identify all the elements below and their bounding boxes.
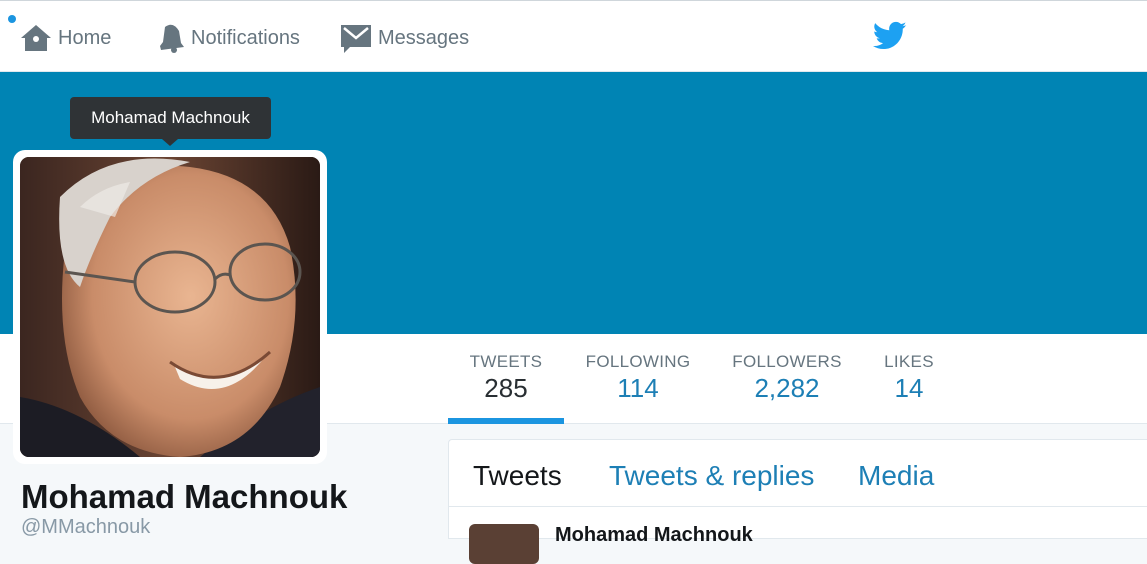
top-navigation-bar: Home Notifications Messages [0, 0, 1147, 72]
stat-following-label: FOLLOWING [585, 352, 691, 371]
new-activity-dot [8, 15, 16, 23]
nav-notifications[interactable]: Notifications [157, 21, 300, 55]
stat-tweets[interactable]: TWEETS 285 [448, 352, 564, 404]
nav-messages-label: Messages [378, 26, 470, 49]
stat-followers[interactable]: FOLLOWERS 2,282 [726, 352, 848, 404]
profile-avatar[interactable] [20, 157, 320, 457]
profile-display-name[interactable]: Mohamad Machnouk [21, 478, 347, 516]
stat-likes[interactable]: LIKES 14 [872, 352, 946, 404]
profile-handle[interactable]: @MMachnouk [21, 516, 150, 539]
nav-home[interactable]: Home [20, 21, 111, 55]
tab-tweets-and-replies[interactable]: Tweets & replies [609, 460, 814, 492]
tweets-timeline-panel: Tweets Tweets & replies Media Mohamad Ma… [448, 439, 1147, 564]
profile-name-tooltip: Mohamad Machnouk [70, 97, 271, 139]
tooltip-arrow [162, 139, 178, 146]
tab-tweets[interactable]: Tweets [473, 460, 562, 492]
active-stat-underline [448, 418, 564, 424]
nav-home-label: Home [58, 26, 112, 49]
tweet-author-avatar[interactable] [469, 524, 539, 564]
stat-likes-value: 14 [894, 373, 924, 403]
envelope-icon [340, 23, 372, 53]
bell-icon [157, 23, 185, 53]
stat-tweets-label: TWEETS [469, 352, 543, 371]
home-icon [20, 24, 52, 52]
stat-following-value: 114 [617, 373, 659, 403]
nav-notifications-label: Notifications [191, 26, 300, 49]
nav-messages[interactable]: Messages [340, 21, 469, 55]
stat-likes-label: LIKES [884, 352, 934, 371]
profile-avatar-frame [13, 150, 327, 464]
twitter-bird-icon[interactable] [872, 21, 909, 53]
tweet-author-name[interactable]: Mohamad Machnouk [555, 524, 753, 547]
stat-following[interactable]: FOLLOWING 114 [580, 352, 696, 404]
stat-followers-value: 2,282 [754, 373, 820, 403]
tab-media[interactable]: Media [858, 460, 934, 492]
stat-tweets-value: 285 [484, 373, 528, 403]
tabs-divider [449, 506, 1147, 507]
stat-followers-label: FOLLOWERS [732, 352, 842, 371]
